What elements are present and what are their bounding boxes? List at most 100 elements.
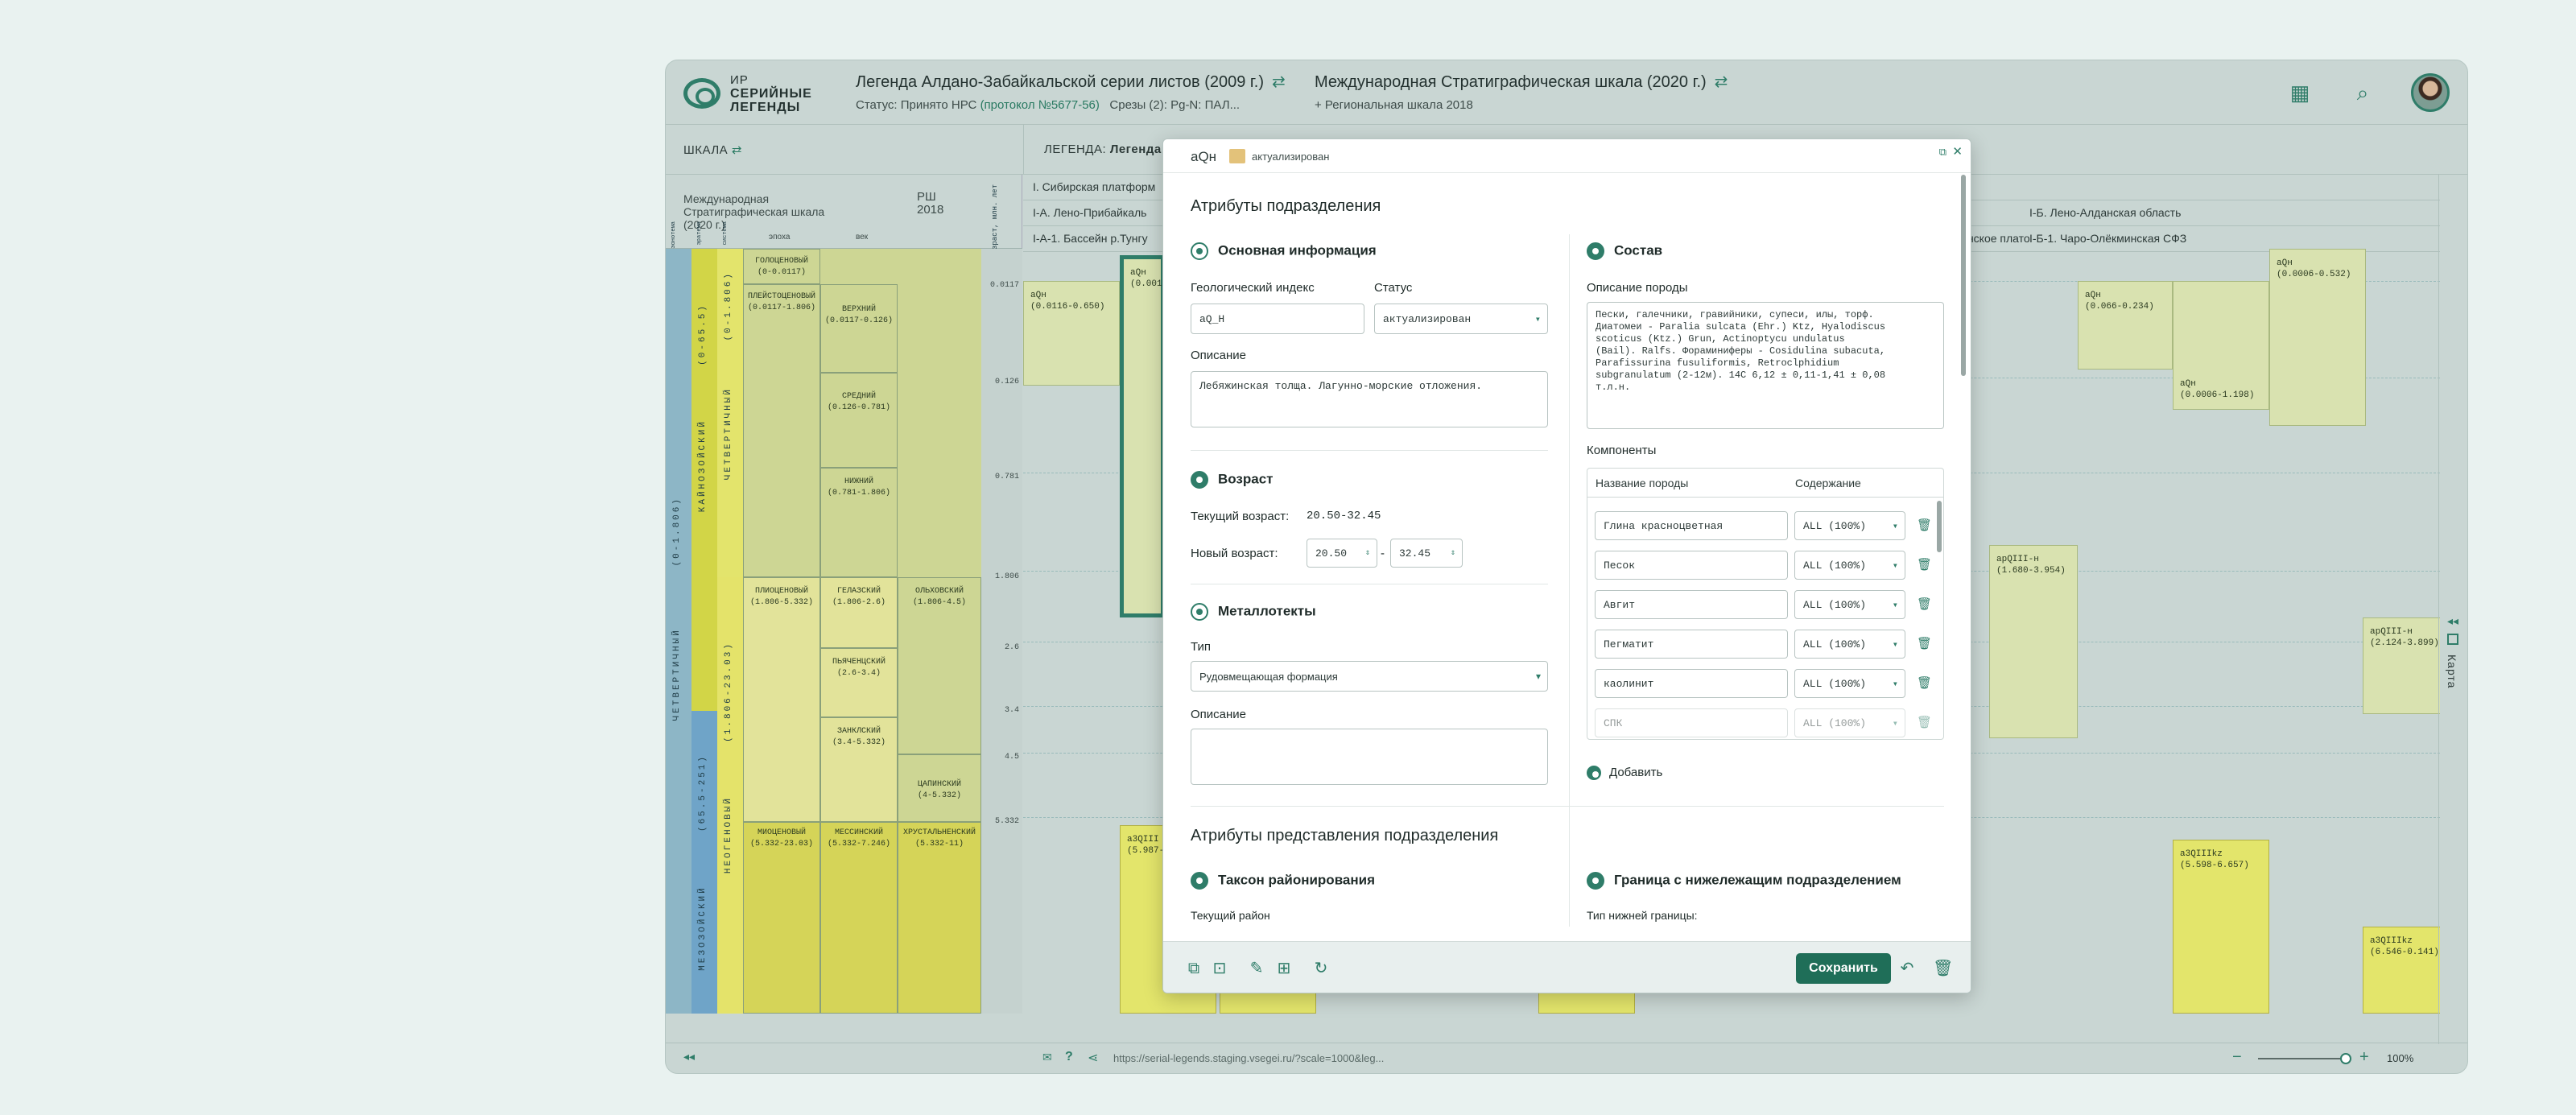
legend-block-selected[interactable]: aQн (0.001 bbox=[1120, 255, 1165, 617]
component-name-input[interactable]: Песок bbox=[1595, 551, 1788, 580]
legend-block[interactable]: a3QIIIkz (6.546-0.141) bbox=[2363, 927, 2440, 1014]
swap-scale-icon[interactable]: ⇄ bbox=[1715, 72, 1728, 92]
components-scrollbar[interactable] bbox=[1937, 501, 1942, 552]
legend-block[interactable]: aQн (0.0006-0.532) bbox=[2269, 249, 2366, 426]
zoom-out-button[interactable]: − bbox=[2232, 1048, 2242, 1067]
map-label[interactable]: Карта bbox=[2446, 655, 2458, 688]
type-select[interactable]: Рудовмещающая формация bbox=[1191, 661, 1548, 692]
zoom-slider-handle[interactable] bbox=[2340, 1053, 2351, 1064]
swap-legend-icon[interactable]: ⇄ bbox=[1272, 72, 1286, 92]
scale-cell[interactable]: СРЕДНИЙ (0.126-0.781) bbox=[820, 373, 898, 468]
scale-cell[interactable]: ПЛЕЙСТОЦЕНОВЫЙ (0.0117-1.806) bbox=[743, 284, 820, 577]
scale-cell[interactable]: ХРУСТАЛЬНЕНСКИЙ (5.332-11) bbox=[898, 822, 981, 1014]
scale-cell[interactable]: НИЖНИЙ (0.781-1.806) bbox=[820, 468, 898, 577]
paste-icon[interactable]: ⊡ bbox=[1210, 959, 1229, 978]
component-row: АвгитALL (100%) 🗑 bbox=[1595, 590, 1933, 619]
age-range-sep: - bbox=[1381, 547, 1385, 560]
trash-icon[interactable]: 🗑 bbox=[1917, 557, 1932, 572]
legend-block[interactable]: aQн (0.0116-0.650) bbox=[1023, 281, 1120, 386]
metal-desc-textarea[interactable] bbox=[1191, 729, 1548, 785]
taxon-icon bbox=[1191, 872, 1208, 890]
components-header: Название породы Содержание bbox=[1587, 469, 1943, 498]
age-to-stepper[interactable]: 32.45 ⇕ bbox=[1390, 539, 1463, 568]
age-col-label: Возраст, млн. лет bbox=[991, 184, 999, 258]
scale-cell[interactable]: ГЕЛАЗСКИЙ (1.806-2.6) bbox=[820, 577, 898, 648]
age-from-stepper[interactable]: 20.50 ⇕ bbox=[1307, 539, 1377, 568]
mail-icon[interactable]: ✉ bbox=[1042, 1051, 1052, 1064]
current-region-label: Текущий район bbox=[1191, 909, 1270, 922]
logo-line-1: ИР bbox=[730, 73, 749, 87]
legend-block[interactable]: apQIII-н (2.124-3.899) bbox=[2363, 617, 2440, 714]
map-panel-toggle[interactable]: ◂◂ Карта bbox=[2438, 175, 2467, 1044]
component-content-select[interactable]: ALL (100%) bbox=[1794, 551, 1905, 580]
add-component-button[interactable]: Добавить bbox=[1587, 766, 1662, 781]
legend-block[interactable]: aQн (0.066-0.234) bbox=[2078, 281, 2173, 370]
scale-cell[interactable]: ЦАПИНСКИЙ (4-5.332) bbox=[898, 754, 981, 822]
legend-title[interactable]: Легенда Алдано-Забайкальской серии листо… bbox=[856, 73, 1264, 91]
dialog-scrollbar[interactable] bbox=[1961, 175, 1966, 376]
col-label-eon: эонотема bbox=[671, 221, 677, 249]
edit-icon[interactable]: ✎ bbox=[1247, 959, 1266, 978]
status-field-label: Статус bbox=[1374, 281, 1413, 295]
status-select[interactable]: актуализирован bbox=[1374, 304, 1548, 334]
refresh-icon[interactable]: ↻ bbox=[1311, 959, 1331, 978]
collapse-left-icon[interactable]: ◂◂ bbox=[683, 1050, 695, 1063]
scale-swap-icon[interactable]: ⇄ bbox=[732, 143, 742, 157]
zoom-slider[interactable] bbox=[2258, 1058, 2351, 1059]
search-icon[interactable]: ⌕ bbox=[2347, 76, 2379, 109]
trash-icon[interactable]: 🗑 bbox=[1917, 518, 1932, 532]
color-swatch[interactable] bbox=[1229, 149, 1245, 163]
component-name-input[interactable]: каолинит bbox=[1595, 669, 1788, 698]
map-icon[interactable] bbox=[2447, 634, 2458, 645]
slices-value[interactable]: Pg-N: ПАЛ... bbox=[1170, 98, 1240, 112]
protocol-link[interactable]: (протокол №5677-56) bbox=[980, 98, 1100, 112]
component-content-select[interactable]: ALL (100%) bbox=[1794, 708, 1905, 737]
component-content-select[interactable]: ALL (100%) bbox=[1794, 511, 1905, 540]
collapse-icon[interactable]: ◂◂ bbox=[2447, 614, 2458, 628]
save-button[interactable]: Сохранить bbox=[1796, 953, 1891, 984]
index-input[interactable]: aQ_H bbox=[1191, 304, 1364, 334]
grid-icon[interactable]: ▦ bbox=[2284, 76, 2316, 109]
zoom-in-button[interactable]: + bbox=[2359, 1048, 2369, 1067]
component-name-input[interactable]: Авгит bbox=[1595, 590, 1788, 619]
share-icon[interactable]: ⋖ bbox=[1088, 1050, 1098, 1066]
rock-desc-textarea[interactable]: Пески, галечники, гравийники, супеси, ил… bbox=[1587, 302, 1944, 429]
scale-cell[interactable]: ПЛИОЦЕНОВЫЙ (1.806-5.332) bbox=[743, 577, 820, 822]
scale-cell[interactable]: ПЬЯЧЕНЦСКИЙ (2.6-3.4) bbox=[820, 648, 898, 717]
legend-block[interactable]: a3QIIIkz (5.598-6.657) bbox=[2173, 840, 2269, 1014]
logo[interactable]: ИР СЕРИЙНЫЕ ЛЕГЕНДЫ bbox=[683, 72, 828, 115]
component-content-select[interactable]: ALL (100%) bbox=[1794, 630, 1905, 659]
scale-cell[interactable]: МЕССИНСКИЙ (5.332-7.246) bbox=[820, 822, 898, 1014]
trash-icon[interactable]: 🗑 bbox=[1917, 597, 1932, 611]
type-label: Тип bbox=[1191, 640, 1212, 654]
scale-cell[interactable]: МИОЦЕНОВЫЙ (5.332-23.03) bbox=[743, 822, 820, 1014]
scale-cell[interactable]: ГОЛОЦЕНОВЫЙ (0-0.0117) bbox=[743, 249, 820, 284]
quaternary-label: ЧЕТВЕРТИЧНЫЙ (0-1.806) bbox=[724, 271, 733, 481]
age-tick: 0.0117 bbox=[989, 281, 1019, 290]
undo-icon[interactable]: ↶ bbox=[1897, 959, 1917, 978]
copy-icon[interactable]: ⧉ bbox=[1184, 959, 1203, 978]
add-frame-icon[interactable]: ⊞ bbox=[1274, 959, 1294, 978]
component-name-input[interactable]: СПК bbox=[1595, 708, 1788, 737]
close-icon[interactable]: ✕ bbox=[1952, 144, 1963, 159]
help-icon[interactable]: ? bbox=[1065, 1050, 1073, 1064]
scale-cell[interactable]: ЗАНКЛСКИЙ (3.4-5.332) bbox=[820, 717, 898, 822]
status-badge: актуализирован bbox=[1252, 151, 1330, 163]
component-name-input[interactable]: Пегматит bbox=[1595, 630, 1788, 659]
scale-cell[interactable]: ОЛЬХОВСКИЙ (1.806-4.5) bbox=[898, 577, 981, 754]
legend-block[interactable]: aQн (0.0006-1.198) bbox=[2173, 281, 2269, 410]
scale-cell[interactable]: ВЕРХНИЙ (0.0117-0.126) bbox=[820, 284, 898, 373]
component-content-select[interactable]: ALL (100%) bbox=[1794, 590, 1905, 619]
avatar[interactable] bbox=[2411, 73, 2450, 112]
legend-block[interactable]: apQIII-н (1.680-3.954) bbox=[1989, 545, 2078, 738]
status-label: Статус: bbox=[856, 98, 898, 112]
trash-icon[interactable]: 🗑 bbox=[1917, 715, 1932, 729]
description-textarea[interactable]: Лебяжинская толща. Лагунно-морские отлож… bbox=[1191, 371, 1548, 427]
popout-icon[interactable]: ⧉ bbox=[1939, 146, 1946, 159]
trash-icon[interactable]: 🗑 bbox=[1917, 675, 1932, 690]
trash-icon[interactable]: 🗑 bbox=[1917, 636, 1932, 650]
component-content-select[interactable]: ALL (100%) bbox=[1794, 669, 1905, 698]
delete-icon[interactable]: 🗑 bbox=[1933, 959, 1953, 978]
component-name-input[interactable]: Глина красноцветная bbox=[1595, 511, 1788, 540]
scale-title[interactable]: Международная Стратиграфическая шкала (2… bbox=[1315, 73, 1707, 91]
